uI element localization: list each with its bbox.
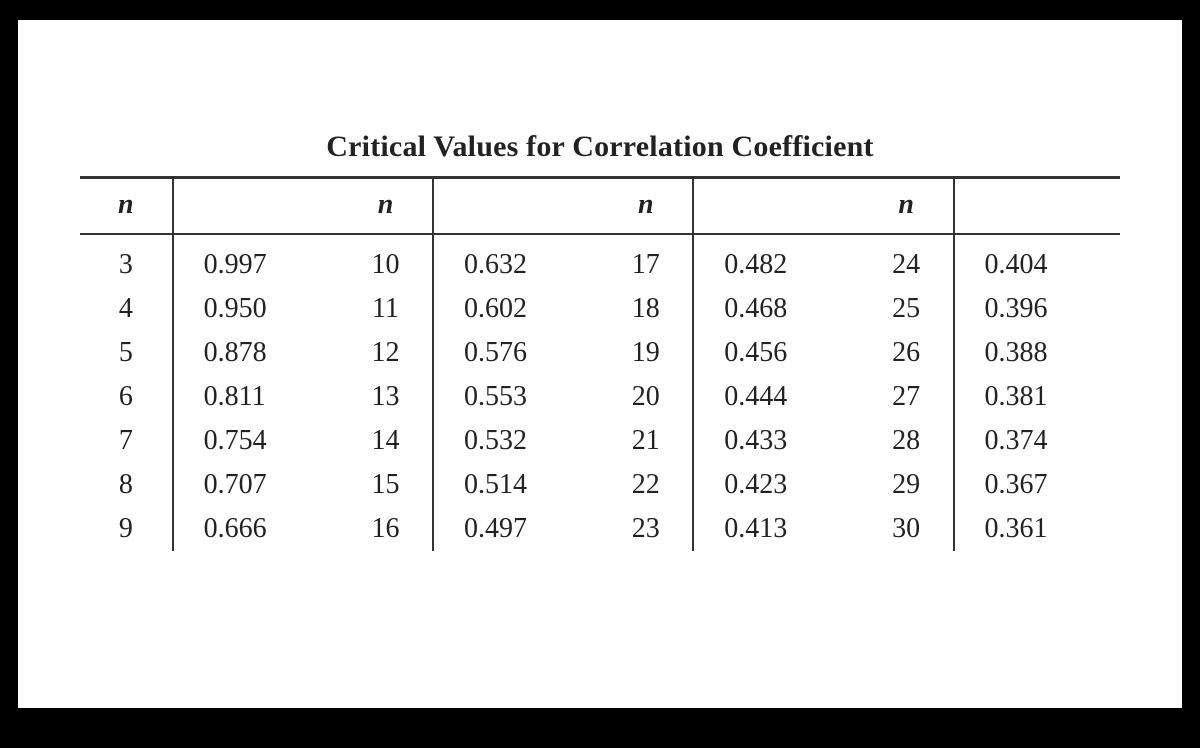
cell-n: 7 [80, 419, 173, 463]
cell-v: 0.423 [693, 463, 859, 507]
table-body: 3 0.997 10 0.632 17 0.482 24 0.404 4 0.9… [80, 234, 1120, 551]
cell-n: 23 [599, 507, 693, 551]
cell-n: 21 [599, 419, 693, 463]
cell-n: 3 [80, 234, 173, 287]
table-row: 4 0.950 11 0.602 18 0.468 25 0.396 [80, 287, 1120, 331]
col-header-n-4: n [860, 179, 954, 234]
cell-n: 6 [80, 375, 173, 419]
cell-n: 20 [599, 375, 693, 419]
cell-n: 4 [80, 287, 173, 331]
col-header-blank-1 [173, 179, 339, 234]
col-header-blank-3 [693, 179, 859, 234]
col-header-blank-2 [433, 179, 599, 234]
cell-n: 28 [860, 419, 954, 463]
cell-v: 0.433 [693, 419, 859, 463]
cell-n: 15 [339, 463, 433, 507]
col-header-n-2: n [339, 179, 433, 234]
header-row: n n n n [80, 179, 1120, 234]
cell-v: 0.532 [433, 419, 599, 463]
table-title: Critical Values for Correlation Coeffici… [80, 130, 1120, 172]
cell-v: 0.388 [954, 331, 1120, 375]
table-row: 9 0.666 16 0.497 23 0.413 30 0.361 [80, 507, 1120, 551]
table-row: 3 0.997 10 0.632 17 0.482 24 0.404 [80, 234, 1120, 287]
table-row: 8 0.707 15 0.514 22 0.423 29 0.367 [80, 463, 1120, 507]
cell-n: 27 [860, 375, 954, 419]
cell-n: 16 [339, 507, 433, 551]
col-header-n-3: n [599, 179, 693, 234]
table-row: 6 0.811 13 0.553 20 0.444 27 0.381 [80, 375, 1120, 419]
cell-v: 0.754 [173, 419, 339, 463]
cell-v: 0.482 [693, 234, 859, 287]
cell-v: 0.468 [693, 287, 859, 331]
cell-n: 18 [599, 287, 693, 331]
cell-v: 0.361 [954, 507, 1120, 551]
cell-n: 5 [80, 331, 173, 375]
cell-v: 0.811 [173, 375, 339, 419]
table-row: 5 0.878 12 0.576 19 0.456 26 0.388 [80, 331, 1120, 375]
cell-v: 0.456 [693, 331, 859, 375]
cell-v: 0.367 [954, 463, 1120, 507]
cell-v: 0.413 [693, 507, 859, 551]
col-header-blank-4 [954, 179, 1120, 234]
cell-n: 26 [860, 331, 954, 375]
cell-v: 0.576 [433, 331, 599, 375]
cell-n: 12 [339, 331, 433, 375]
cell-n: 8 [80, 463, 173, 507]
cell-n: 24 [860, 234, 954, 287]
cell-n: 9 [80, 507, 173, 551]
cell-v: 0.396 [954, 287, 1120, 331]
cell-n: 29 [860, 463, 954, 507]
cell-v: 0.374 [954, 419, 1120, 463]
cell-n: 19 [599, 331, 693, 375]
cell-n: 25 [860, 287, 954, 331]
critical-values-table-wrap: Critical Values for Correlation Coeffici… [80, 130, 1120, 551]
cell-n: 22 [599, 463, 693, 507]
cell-v: 0.497 [433, 507, 599, 551]
cell-v: 0.404 [954, 234, 1120, 287]
cell-v: 0.632 [433, 234, 599, 287]
cell-v: 0.602 [433, 287, 599, 331]
cell-n: 14 [339, 419, 433, 463]
col-header-n-1: n [80, 179, 173, 234]
cell-v: 0.997 [173, 234, 339, 287]
cell-v: 0.666 [173, 507, 339, 551]
cell-n: 10 [339, 234, 433, 287]
table-row: 7 0.754 14 0.532 21 0.433 28 0.374 [80, 419, 1120, 463]
cell-n: 13 [339, 375, 433, 419]
cell-v: 0.381 [954, 375, 1120, 419]
cell-v: 0.553 [433, 375, 599, 419]
cell-n: 11 [339, 287, 433, 331]
cell-n: 30 [860, 507, 954, 551]
cell-v: 0.444 [693, 375, 859, 419]
cell-v: 0.878 [173, 331, 339, 375]
page: Critical Values for Correlation Coeffici… [18, 20, 1182, 708]
cell-v: 0.707 [173, 463, 339, 507]
cell-v: 0.950 [173, 287, 339, 331]
cell-v: 0.514 [433, 463, 599, 507]
cell-n: 17 [599, 234, 693, 287]
critical-values-table: n n n n 3 0.997 10 0.632 17 0.482 [80, 179, 1120, 551]
